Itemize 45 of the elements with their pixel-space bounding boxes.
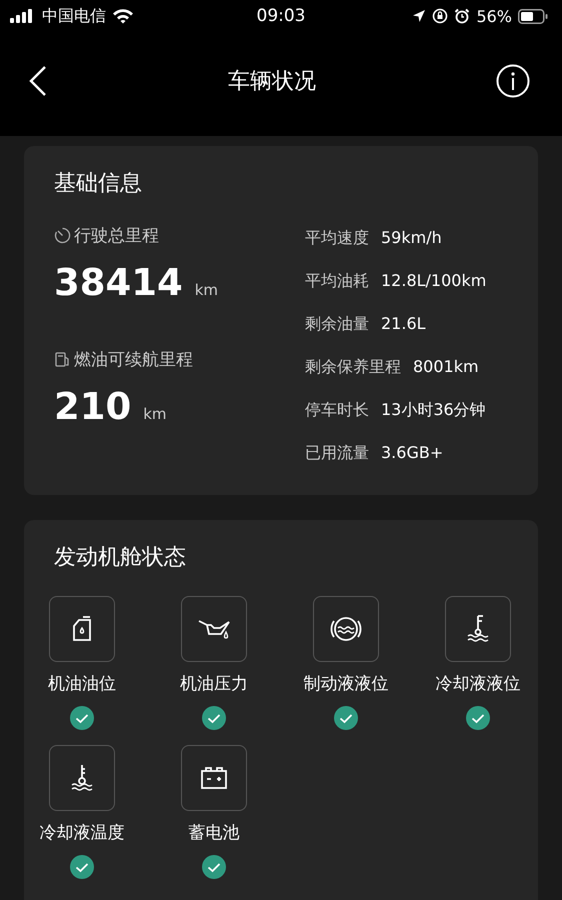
stat-value: 13小时36分钟 [381, 399, 486, 421]
location-icon [412, 9, 426, 23]
card-title: 基础信息 [54, 170, 143, 198]
alarm-icon [454, 8, 470, 24]
info-icon[interactable] [496, 64, 530, 98]
stat-label: 平均速度 [305, 227, 369, 249]
stat-label: 剩余保养里程 [305, 356, 401, 378]
unit-label: km [143, 405, 167, 423]
stat-value: 12.8L/100km [381, 270, 486, 292]
stat-label: 停车时长 [305, 399, 369, 421]
status-label: 机油油位 [48, 673, 116, 695]
carrier-name: 中国电信 [42, 6, 106, 26]
status-tile[interactable] [445, 596, 511, 662]
metric-label: 燃油可续航里程 [74, 349, 193, 371]
stat-value: 21.6L [381, 313, 426, 335]
rotation-lock-icon [432, 8, 448, 24]
status-tile[interactable] [181, 745, 247, 811]
card-title: 发动机舱状态 [54, 544, 187, 572]
status-label: 制动液液位 [304, 673, 388, 695]
stat-label: 平均油耗 [305, 270, 369, 292]
stat-value: 8001km [413, 356, 479, 378]
metric-label: 行驶总里程 [74, 225, 159, 247]
stat-value: 59km/h [381, 227, 442, 249]
status-tile[interactable] [181, 596, 247, 662]
clock-time: 09:03 [256, 6, 306, 26]
status-tile[interactable] [49, 745, 115, 811]
status-label: 蓄电池 [188, 822, 240, 844]
odometer-value: 38414 [54, 261, 183, 304]
battery-percent: 56% [476, 6, 512, 26]
stat-label: 已用流量 [305, 442, 369, 464]
stat-value: 3.6GB+ [381, 442, 444, 464]
status-tile[interactable] [49, 596, 115, 662]
status-label: 机油压力 [180, 673, 248, 695]
fuel-pump-icon [54, 351, 71, 368]
back-button[interactable] [28, 65, 48, 97]
status-label: 冷却液温度 [40, 822, 124, 844]
stat-label: 剩余油量 [305, 313, 369, 335]
range-value: 210 [54, 385, 132, 428]
battery-level-icon [518, 8, 548, 24]
page-title: 车辆状况 [228, 68, 316, 96]
unit-label: km [194, 281, 218, 299]
wifi-icon [112, 8, 134, 24]
status-label: 冷却液液位 [436, 673, 520, 695]
status-tile[interactable] [313, 596, 379, 662]
timer-icon [54, 227, 71, 244]
